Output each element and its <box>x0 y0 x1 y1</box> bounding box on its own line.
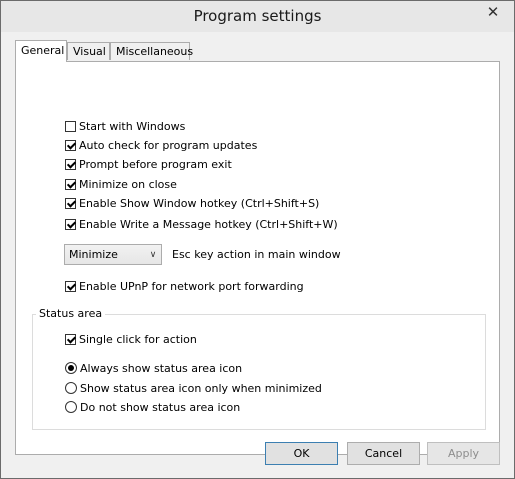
checkbox-label: Enable Show Window hotkey (Ctrl+Shift+S) <box>79 196 320 210</box>
checkbox-box[interactable] <box>65 333 76 345</box>
tab-visual[interactable]: Visual <box>67 42 110 60</box>
tab-miscellaneous[interactable]: Miscellaneous <box>110 42 193 60</box>
checkbox-label: Minimize on close <box>79 177 177 191</box>
checkbox-box[interactable] <box>65 280 76 292</box>
checkbox-label: Prompt before program exit <box>79 157 232 171</box>
checkbox-box[interactable] <box>65 178 76 190</box>
prompt-before-exit-checkbox[interactable]: Prompt before program exit <box>65 156 232 172</box>
cancel-button[interactable]: Cancel <box>347 442 420 465</box>
show-window-hotkey-checkbox[interactable]: Enable Show Window hotkey (Ctrl+Shift+S) <box>65 195 319 211</box>
settings-window: Program settings ✕ General Visual Miscel… <box>0 0 515 479</box>
status-area-title: Status area <box>36 307 106 320</box>
ok-button[interactable]: OK <box>265 442 338 465</box>
radio-label: Always show status area icon <box>80 361 243 375</box>
checkbox-box[interactable] <box>65 120 76 132</box>
write-message-hotkey-checkbox[interactable]: Enable Write a Message hotkey (Ctrl+Shif… <box>65 216 338 232</box>
checkbox-box[interactable] <box>65 197 76 209</box>
radio-button[interactable] <box>65 401 77 413</box>
dialog-client-area: General Visual Miscellaneous Start with … <box>8 32 507 472</box>
title-bar[interactable]: Program settings ✕ <box>1 1 514 32</box>
start-with-windows-checkbox[interactable]: Start with Windows <box>65 118 185 134</box>
checkbox-label: Auto check for program updates <box>79 138 258 152</box>
radio-button[interactable] <box>65 362 77 374</box>
auto-check-updates-checkbox[interactable]: Auto check for program updates <box>65 137 257 153</box>
checkbox-box[interactable] <box>65 158 76 170</box>
general-tab-panel: Start with Windows Auto check for progra… <box>15 61 500 455</box>
show-icon-minimized-radio[interactable]: Show status area icon only when minimize… <box>65 380 322 396</box>
radio-button[interactable] <box>65 382 77 394</box>
radio-label: Show status area icon only when minimize… <box>80 381 322 395</box>
esc-action-dropdown[interactable]: Minimize ∨ <box>64 244 162 265</box>
dropdown-value: Minimize <box>69 248 118 261</box>
esc-action-label: Esc key action in main window <box>172 248 341 261</box>
single-click-checkbox[interactable]: Single click for action <box>65 331 197 347</box>
always-show-icon-radio[interactable]: Always show status area icon <box>65 360 242 376</box>
checkbox-label: Enable UPnP for network port forwarding <box>79 279 304 293</box>
tab-general[interactable]: General <box>15 40 67 62</box>
radio-label: Do not show status area icon <box>80 400 241 414</box>
upnp-checkbox[interactable]: Enable UPnP for network port forwarding <box>65 278 304 294</box>
chevron-down-icon[interactable]: ∨ <box>145 250 161 260</box>
minimize-on-close-checkbox[interactable]: Minimize on close <box>65 176 177 192</box>
checkbox-label: Enable Write a Message hotkey (Ctrl+Shif… <box>79 217 338 231</box>
apply-button[interactable]: Apply <box>427 442 500 465</box>
checkbox-label: Start with Windows <box>79 119 186 133</box>
window-title: Program settings <box>193 7 322 25</box>
checkbox-box[interactable] <box>65 139 76 151</box>
checkbox-box[interactable] <box>65 218 76 230</box>
close-icon[interactable]: ✕ <box>478 2 508 22</box>
do-not-show-icon-radio[interactable]: Do not show status area icon <box>65 399 240 415</box>
checkbox-label: Single click for action <box>79 332 197 346</box>
